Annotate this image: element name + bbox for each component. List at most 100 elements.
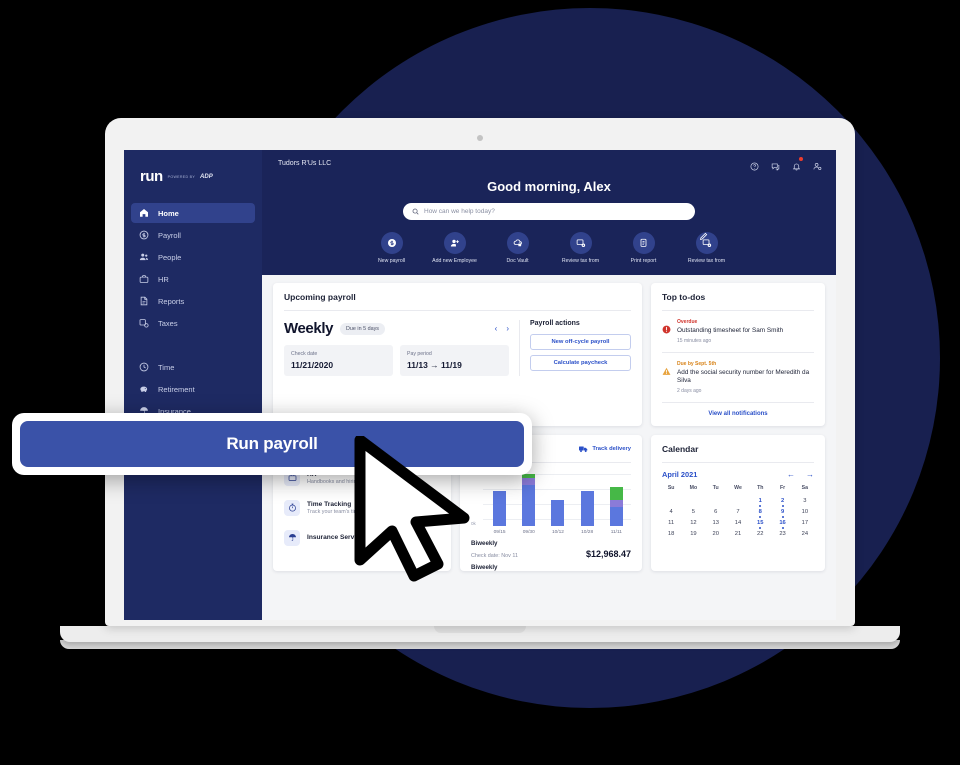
help-icon[interactable] [750,158,759,176]
chart-x-label: 09/30 [522,529,535,535]
quick-action-print-report[interactable]: Print report [618,232,670,264]
logo-powered-by: POWERED BY [167,174,196,179]
sidebar-item-taxes[interactable]: Taxes [131,313,255,333]
laptop-lid: run POWERED BY ADP Home Payroll People H… [105,118,855,626]
header-icon-group [750,157,822,176]
card-title: Calendar [662,443,699,454]
quick-action-label: Review tax from [687,258,726,264]
calendar-day[interactable]: 18 [660,531,682,537]
calendar-month: April [662,469,679,479]
run-payroll-app: run POWERED BY ADP Home Payroll People H… [124,150,836,620]
calendar-day[interactable]: 20 [705,531,727,537]
chart-bar-segment [493,490,507,526]
calendar-day[interactable]: 16 [771,520,793,526]
sidebar-item-time[interactable]: Time [131,357,255,377]
calendar-day[interactable]: 17 [794,520,816,526]
calendar-day[interactable]: 23 [771,531,793,537]
sidebar-item-label: People [158,252,182,262]
quick-action-new-payroll[interactable]: New payroll [366,232,418,264]
calendar-dow: Tu [712,484,719,491]
chart-bar-segment [551,499,565,526]
tax-review-icon [569,232,592,254]
payroll-pager: ‹ › [495,324,509,333]
laptop-base [60,626,900,642]
screenshot-stage: run POWERED BY ADP Home Payroll People H… [0,0,960,765]
track-delivery-link[interactable]: Track delivery [579,445,631,453]
chart-bar-segment [609,499,623,508]
calendar-day[interactable]: 13 [705,520,727,526]
todo-item[interactable]: Due by Sept. 5th Add the social security… [651,353,825,402]
sidebar-item-label: HR [158,274,169,284]
search-input[interactable]: How can we help today? [403,203,695,220]
pencil-icon[interactable] [699,228,708,246]
todo-text: Add the social security number for Mered… [677,368,810,385]
chevron-right-icon[interactable]: › [506,324,509,333]
chart-bar [580,490,594,526]
arrow-right-icon[interactable]: → [806,470,814,479]
chat-icon[interactable] [771,158,780,176]
recent-payroll-entry[interactable]: Biweekly Check date: Nov 11 $12,968.47 [460,535,642,559]
sidebar-item-payroll[interactable]: Payroll [131,225,255,245]
quick-action-doc-vault[interactable]: Doc Vault [492,232,544,264]
calendar-day[interactable]: 1 [749,498,771,504]
mouse-cursor-icon [354,436,470,582]
calendar-day[interactable]: 3 [794,498,816,504]
bell-icon[interactable] [792,157,803,176]
calendar-day[interactable]: 7 [727,509,749,515]
view-all-notifications-link[interactable]: View all notifications [651,403,825,426]
print-report-icon [632,232,655,254]
calendar-day[interactable]: 5 [682,509,704,515]
calculate-paycheck-button[interactable]: Calculate paycheck [530,355,631,371]
calendar-nav: ← → [787,470,814,479]
recent-payroll-entry[interactable]: Biweekly [460,559,642,571]
payroll-actions: Payroll actions New off-cycle payroll Ca… [519,320,631,376]
sidebar-item-home[interactable]: Home [131,203,255,223]
top-todos-card: Top to-dos Overdue Outstanding timesheet… [651,283,825,426]
sidebar-item-hr[interactable]: HR [131,269,255,289]
calendar-day[interactable]: 24 [794,531,816,537]
truck-icon [579,446,588,453]
chart-x-label: 09/15 [493,529,506,535]
calendar-day[interactable]: 2 [771,498,793,504]
sidebar-item-people[interactable]: People [131,247,255,267]
dollar-circle-icon [380,232,403,254]
todo-item[interactable]: Overdue Outstanding timesheet for Sam Sm… [651,311,825,352]
calendar-day[interactable]: 6 [705,509,727,515]
sidebar-item-label: Reports [158,296,185,306]
calendar-day[interactable]: 14 [727,520,749,526]
sidebar-item-retirement[interactable]: Retirement [131,379,255,399]
arrow-left-icon[interactable]: ← [787,470,795,479]
sidebar-item-reports[interactable]: Reports [131,291,255,311]
payroll-actions-title: Payroll actions [530,320,580,327]
new-off-cycle-payroll-button[interactable]: New off-cycle payroll [530,334,631,350]
calendar-day[interactable]: 9 [771,509,793,515]
sidebar-divider [124,335,262,357]
calendar-day[interactable]: 12 [682,520,704,526]
calendar-day[interactable]: 11 [660,520,682,526]
quick-action-add-employee[interactable]: Add new Employee [429,232,481,264]
user-settings-icon[interactable] [813,158,822,176]
calendar-day[interactable]: 4 [660,509,682,515]
sidebar-item-label: Taxes [158,318,178,328]
stopwatch-icon [284,499,300,516]
cloud-lock-icon [506,232,529,254]
calendar-day[interactable]: 8 [749,509,771,515]
app-logo[interactable]: run POWERED BY ADP [124,162,262,203]
calendar-day[interactable]: 19 [682,531,704,537]
card-title: Upcoming payroll [284,292,356,302]
calendar-day[interactable]: 10 [794,509,816,515]
calendar-day[interactable]: 15 [749,520,771,526]
chart-x-label: 11/11 [610,529,622,535]
search-icon [412,208,419,215]
calendar-dow: Fr [779,484,786,491]
calendar-day[interactable]: 21 [727,531,749,537]
chevron-left-icon[interactable]: ‹ [495,324,498,333]
chart-bar [551,499,565,526]
todo-tag: Due by Sept. 5th [677,360,717,367]
search-placeholder: How can we help today? [424,208,495,215]
quick-action-review-tax-1[interactable]: Review tax from [555,232,607,264]
calendar-day[interactable]: 22 [749,531,771,537]
chart-bars [485,471,631,526]
exclamation-circle-icon [662,321,671,344]
chart-bar-segment [522,477,536,486]
